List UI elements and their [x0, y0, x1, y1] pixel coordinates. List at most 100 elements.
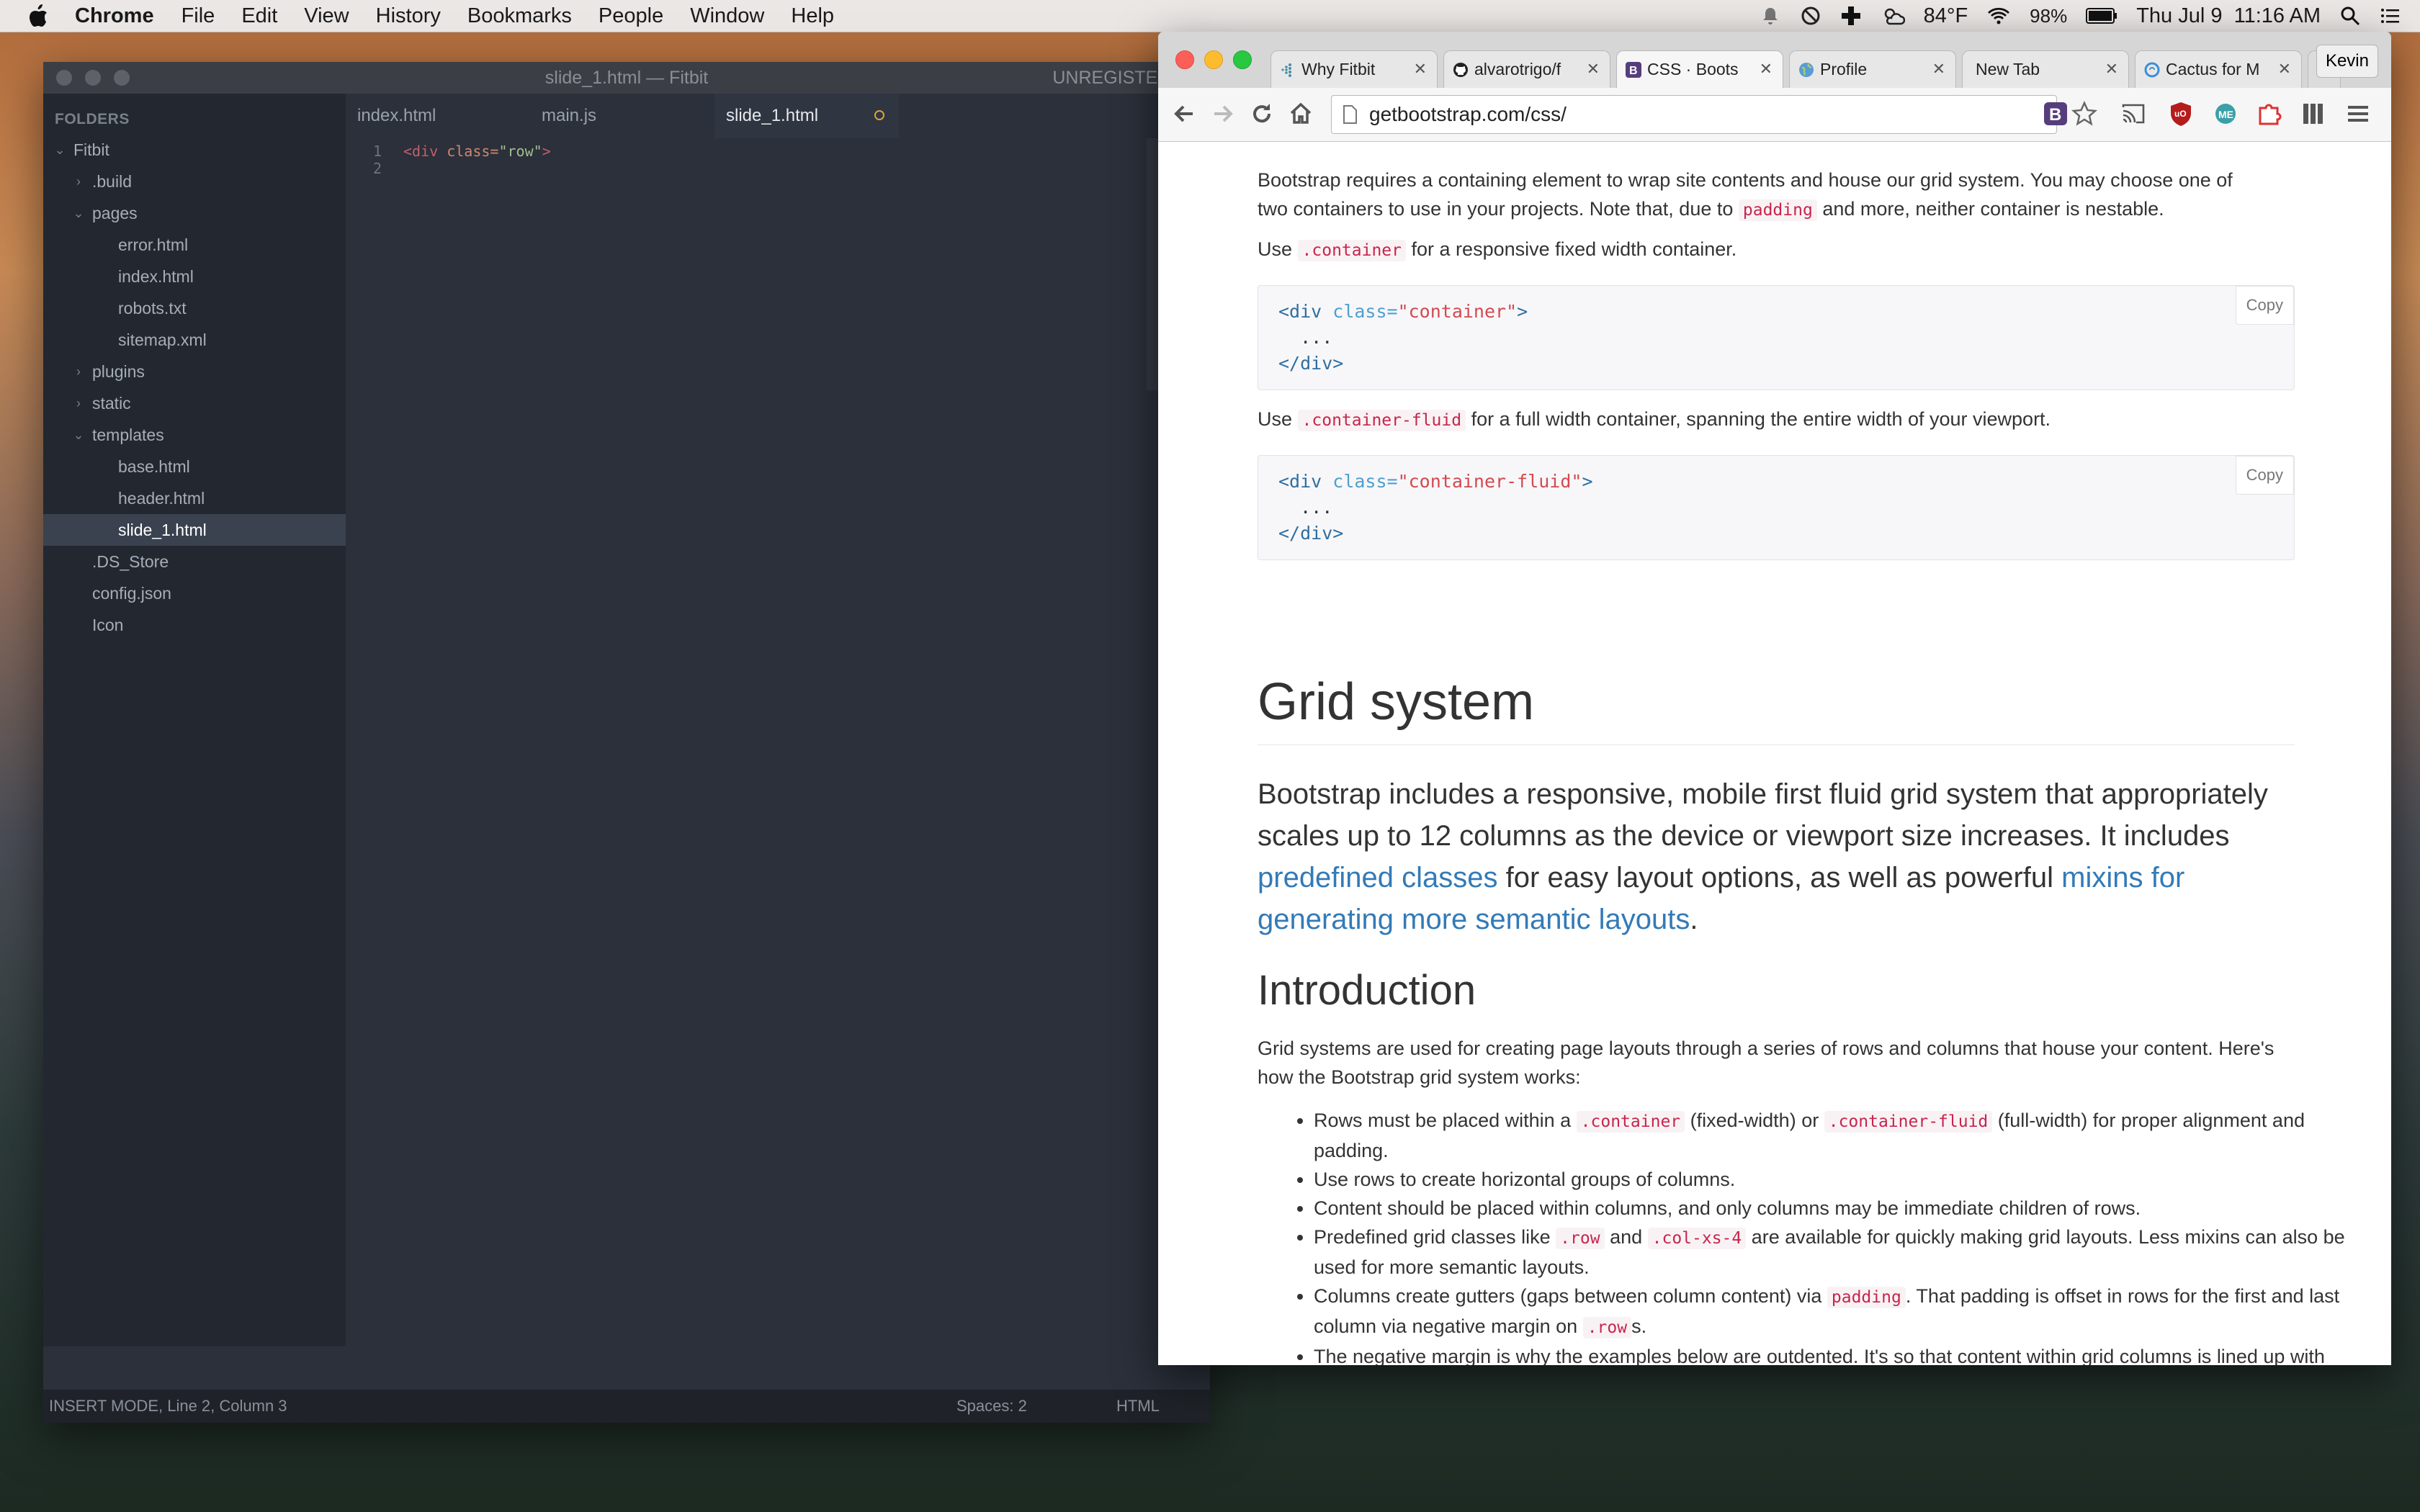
notification-bell-icon[interactable] — [1760, 5, 1781, 27]
profile-button[interactable]: Kevin — [2316, 45, 2378, 78]
sidebar-item[interactable]: Icon — [43, 609, 346, 641]
code-line: </div> — [1278, 523, 1344, 544]
browser-tab-profile[interactable]: Profile ✕ — [1789, 50, 1956, 88]
close-tab-icon[interactable]: ✕ — [1760, 60, 1773, 78]
sidebar-item[interactable]: robots.txt — [43, 292, 346, 324]
extension-puzzle-icon[interactable] — [2256, 101, 2282, 127]
chrome-zoom-button[interactable] — [1233, 50, 1252, 69]
browser-tab-github[interactable]: alvarotrigo/f ✕ — [1443, 50, 1610, 88]
menu-file[interactable]: File — [182, 4, 215, 28]
reload-icon[interactable] — [1249, 101, 1275, 127]
sidebar-item[interactable]: › .build — [43, 166, 346, 197]
clock[interactable]: Thu Jul 9 11:16 AM — [2136, 4, 2321, 28]
sidebar-item[interactable]: ⌄ templates — [43, 419, 346, 451]
chevron-down-icon[interactable]: ⌄ — [72, 207, 85, 220]
chevron-down-icon[interactable]: ⌄ — [72, 428, 85, 441]
chrome-minimize-button[interactable] — [1204, 50, 1223, 69]
status-spaces[interactable]: Spaces: 2 — [956, 1397, 1027, 1416]
close-tab-icon[interactable]: ✕ — [1414, 60, 1427, 78]
battery-icon[interactable] — [2086, 7, 2118, 24]
sidebar-item[interactable]: error.html — [43, 229, 346, 261]
editor-titlebar[interactable]: slide_1.html — Fitbit UNREGISTERED — [43, 62, 1210, 94]
menu-app-name[interactable]: Chrome — [75, 4, 154, 28]
home-icon[interactable] — [1288, 101, 1314, 127]
apple-icon[interactable] — [27, 4, 49, 28]
battery-percent[interactable]: 98% — [2030, 5, 2067, 27]
url-text[interactable]: getbootstrap.com/css/ — [1369, 103, 1567, 126]
sidebar-item-label: index.html — [118, 266, 194, 286]
browser-tab-cactus[interactable]: Cactus for M ✕ — [2135, 50, 2302, 88]
close-tab-icon[interactable]: ✕ — [1587, 60, 1600, 78]
status-syntax[interactable]: HTML — [1116, 1397, 1160, 1416]
temperature-label[interactable]: 84°F — [1924, 4, 1968, 28]
sidebar-item[interactable]: config.json — [43, 577, 346, 609]
editor-tab-main-js[interactable]: main.js — [530, 94, 714, 138]
editor-tab-label: slide_1.html — [726, 106, 819, 125]
chevron-right-icon[interactable]: › — [72, 397, 85, 410]
copy-button[interactable]: Copy — [2235, 456, 2294, 495]
chevron-right-icon[interactable]: › — [72, 175, 85, 188]
editor-tab-slide-1[interactable]: slide_1.html — [714, 94, 899, 138]
menu-help[interactable]: Help — [791, 4, 834, 28]
bootstrap-extension-icon[interactable]: B — [2043, 101, 2069, 127]
browser-tab-bootstrap[interactable]: B CSS · Boots ✕ — [1616, 50, 1783, 88]
weather-partly-cloudy-icon[interactable] — [1881, 5, 1905, 27]
line-number: 1 — [373, 143, 382, 160]
code-area[interactable]: 1 <div class="row"> 2 — [346, 138, 1210, 1346]
back-arrow-icon[interactable] — [1171, 101, 1197, 127]
text: and — [1604, 1226, 1648, 1248]
code-tag: > — [1517, 301, 1528, 322]
columns-extension-icon[interactable] — [2300, 101, 2326, 127]
sidebar-item[interactable]: .DS_Store — [43, 546, 346, 577]
sidebar-item[interactable]: sitemap.xml — [43, 324, 346, 356]
menu-history[interactable]: History — [376, 4, 441, 28]
code-line[interactable]: <div class="row"> — [403, 143, 551, 160]
menu-view[interactable]: View — [304, 4, 349, 28]
menu-people[interactable]: People — [599, 4, 663, 28]
chrome-close-button[interactable] — [1175, 50, 1194, 69]
ublock-origin-icon[interactable]: uO — [2168, 101, 2194, 127]
predefined-classes-link[interactable]: predefined classes — [1258, 862, 1498, 894]
browser-tab-new-tab[interactable]: New Tab ✕ — [1962, 50, 2129, 88]
sidebar-item[interactable]: index.html — [43, 261, 346, 292]
menu-window[interactable]: Window — [690, 4, 764, 28]
sidebar-item[interactable]: slide_1.html — [43, 514, 346, 546]
chrome-menu-icon[interactable] — [2345, 101, 2371, 127]
file-spacer — [91, 523, 111, 536]
cast-icon[interactable] — [2120, 101, 2146, 127]
wifi-icon[interactable] — [1986, 5, 2011, 27]
browser-tab-title: Profile — [1820, 60, 1868, 78]
sidebar-item[interactable]: base.html — [43, 451, 346, 482]
code-string: "container-fluid" — [1397, 471, 1582, 492]
menu-edit[interactable]: Edit — [241, 4, 277, 28]
editor-tab-index[interactable]: index.html — [346, 94, 530, 138]
file-spacer — [91, 492, 111, 505]
sidebar-item[interactable]: ⌄ Fitbit — [43, 134, 346, 166]
close-tab-icon[interactable]: ✕ — [2278, 60, 2291, 78]
chevron-down-icon[interactable]: ⌄ — [53, 143, 66, 156]
sidebar-item[interactable]: › plugins — [43, 356, 346, 387]
forward-arrow-icon[interactable] — [1210, 101, 1236, 127]
text: Predefined grid classes like — [1314, 1226, 1556, 1248]
chevron-right-icon[interactable]: › — [72, 365, 85, 378]
close-tab-icon[interactable]: ✕ — [1932, 60, 1945, 78]
sidebar-item[interactable]: header.html — [43, 482, 346, 514]
cross-plus-icon[interactable] — [1840, 5, 1862, 27]
menu-bookmarks[interactable]: Bookmarks — [467, 4, 572, 28]
copy-button[interactable]: Copy — [2235, 286, 2294, 325]
sidebar-item[interactable]: › static — [43, 387, 346, 419]
extension-globe-icon[interactable]: ME — [2213, 101, 2238, 127]
address-bar[interactable]: getbootstrap.com/css/ — [1331, 95, 2057, 134]
svg-text:ME: ME — [2218, 109, 2233, 120]
do-not-disturb-icon[interactable] — [1800, 5, 1821, 27]
sidebar-item[interactable]: ⌄ pages — [43, 197, 346, 229]
bookmark-star-icon[interactable] — [2071, 101, 2097, 127]
spotlight-search-icon[interactable] — [2339, 5, 2361, 27]
close-tab-icon[interactable]: ✕ — [2105, 60, 2118, 78]
text: for a responsive fixed width container. — [1411, 238, 1737, 260]
sidebar-item-label: .build — [92, 171, 132, 191]
sidebar-item-label: static — [92, 393, 131, 413]
notification-center-icon[interactable] — [2380, 5, 2401, 27]
browser-tab-why-fitbit[interactable]: Why Fitbit ✕ — [1270, 50, 1438, 88]
unsaved-dot-icon[interactable] — [874, 110, 884, 120]
